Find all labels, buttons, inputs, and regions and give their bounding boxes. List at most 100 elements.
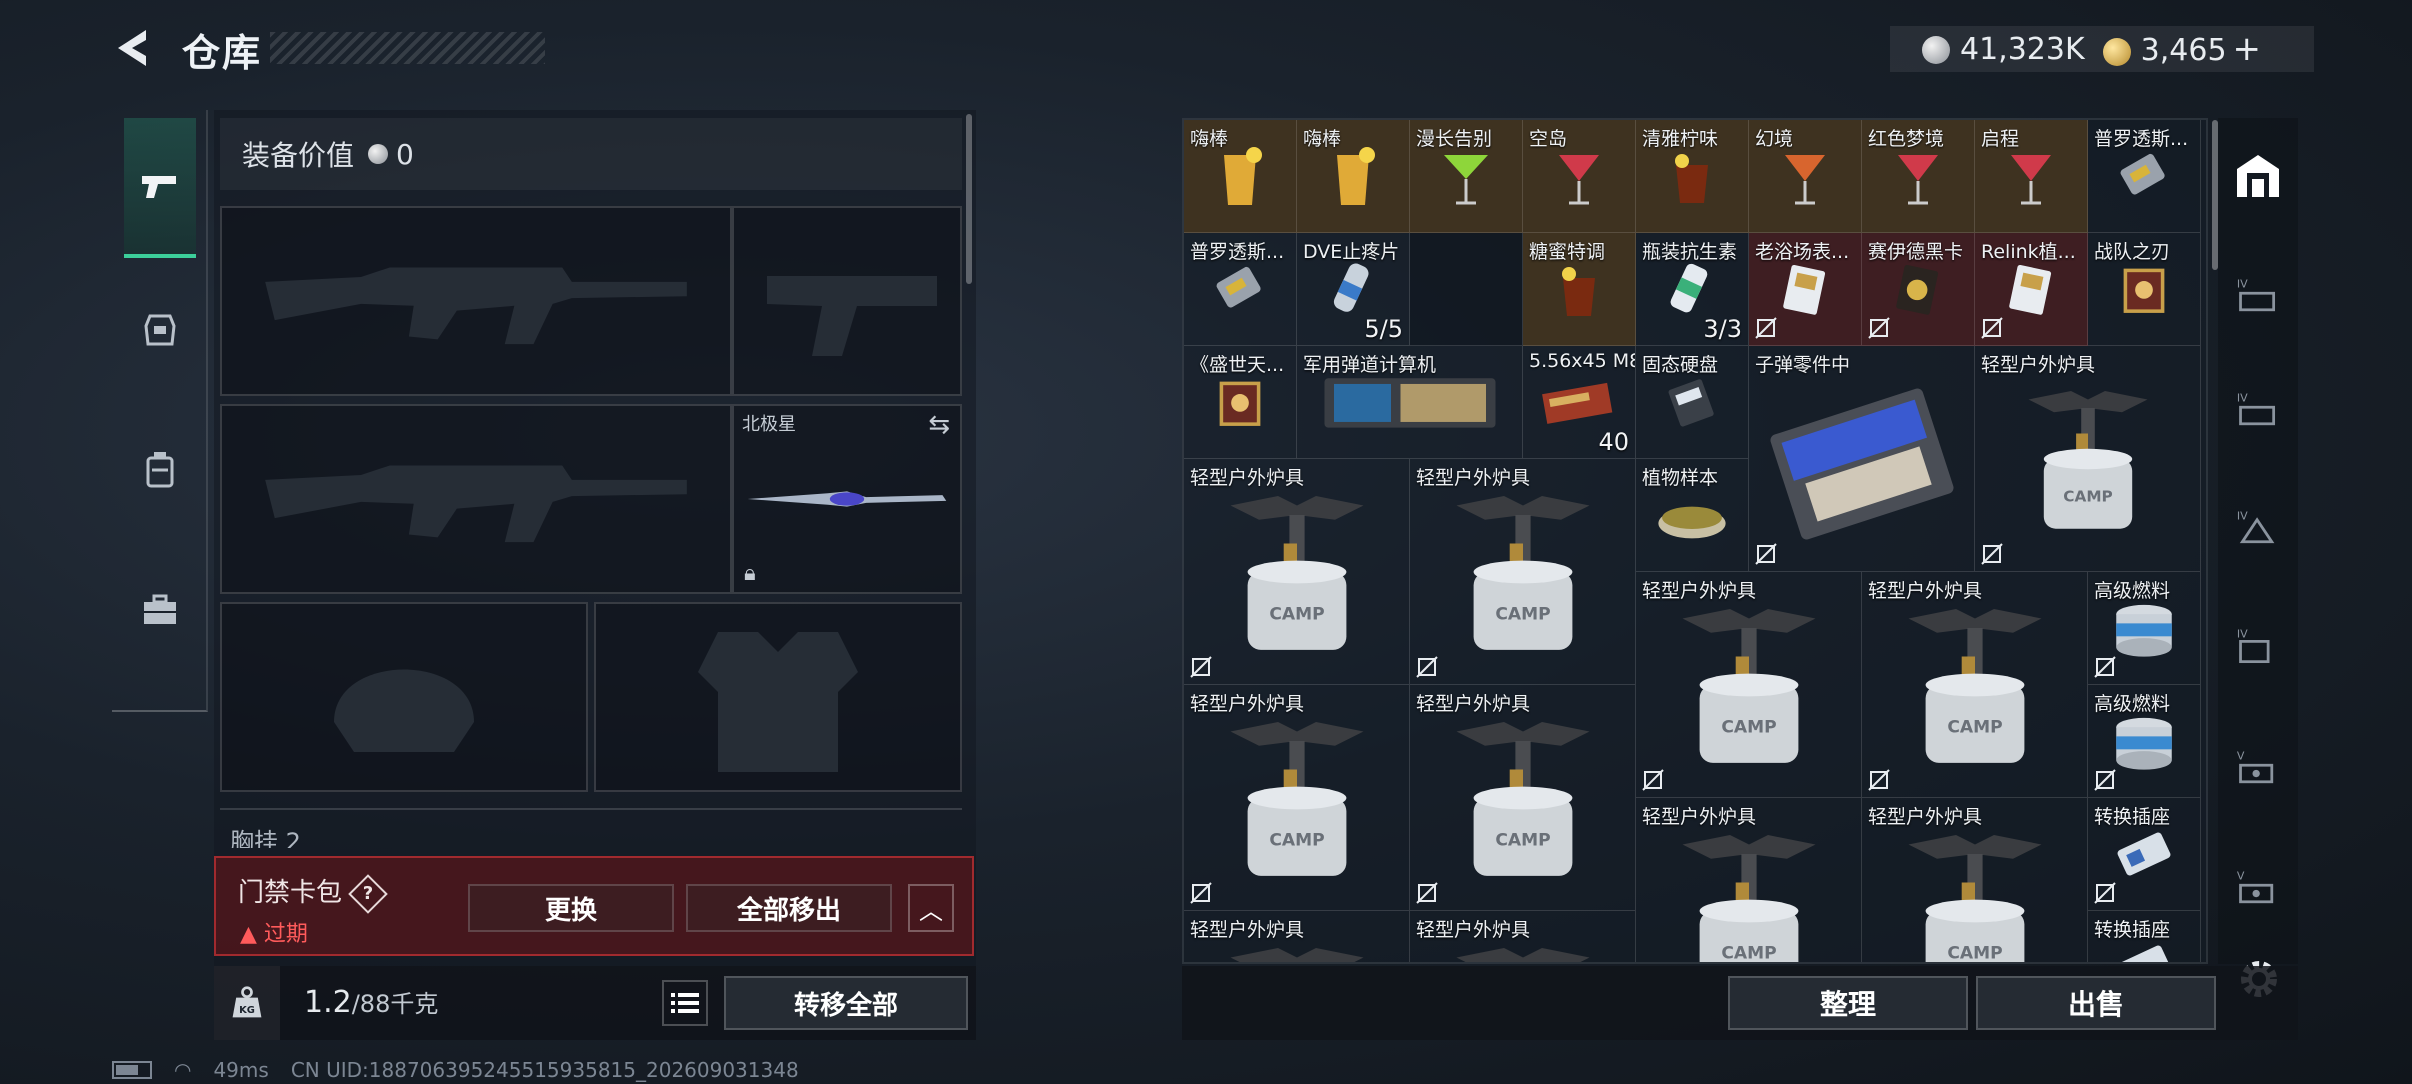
- untradable-icon: [2094, 769, 2116, 791]
- transfer-all-button[interactable]: 转移全部: [724, 976, 968, 1030]
- stash-item[interactable]: 赛伊德黑卡: [1862, 233, 1975, 346]
- replace-button[interactable]: 更换: [468, 884, 674, 932]
- stash-item[interactable]: 嗨棒: [1297, 120, 1410, 233]
- stash-item[interactable]: 转换插座: [2088, 911, 2201, 962]
- stash-item[interactable]: 军用弹道计算机: [1297, 346, 1523, 459]
- stash-item[interactable]: 普罗透斯...: [2088, 120, 2201, 233]
- tab-case[interactable]: [124, 540, 196, 680]
- vest-silhouette: [698, 632, 858, 772]
- stash-item[interactable]: 高级燃料: [2088, 685, 2201, 798]
- item-name: 启程: [1981, 128, 2020, 150]
- secondary-weapon-slot[interactable]: [220, 404, 732, 594]
- stash-item[interactable]: DVE止疼片 5/5: [1297, 233, 1410, 346]
- stash-item[interactable]: 高级燃料: [2088, 572, 2201, 685]
- untradable-icon: [1868, 317, 1890, 339]
- stash-item[interactable]: CAMP轻型户外炉具: [1184, 459, 1410, 685]
- weight-readout: 1.2/88千克: [304, 985, 439, 1020]
- collapse-button[interactable]: ︿: [908, 884, 954, 932]
- svg-text:IV: IV: [2237, 510, 2248, 523]
- stash-item[interactable]: CAMP轻型户外炉具: [1410, 685, 1636, 911]
- pistol-slot[interactable]: [732, 206, 962, 396]
- stash-page-5[interactable]: IV: [2228, 616, 2288, 676]
- item-name: 转换插座: [2094, 806, 2171, 828]
- stash-page-main[interactable]: [2228, 146, 2288, 206]
- item-name: 普罗透斯...: [2094, 128, 2189, 150]
- stash-item[interactable]: 红色梦境: [1862, 120, 1975, 233]
- stash-item[interactable]: 启程: [1975, 120, 2088, 233]
- item-count: 5/5: [1364, 315, 1403, 343]
- kettlebell-icon: KG: [232, 986, 262, 1018]
- tab-weapons[interactable]: [124, 118, 196, 258]
- stash-item[interactable]: CAMP轻型户外炉具: [1184, 685, 1410, 911]
- stash-item[interactable]: 固态硬盘: [1636, 346, 1749, 459]
- scrollbar[interactable]: [966, 114, 972, 284]
- stash-item[interactable]: CAMP轻型户外炉具: [1862, 798, 2088, 962]
- lock-icon: 🔒︎: [744, 561, 756, 586]
- tab-armor[interactable]: [124, 260, 196, 400]
- stash-item[interactable]: 子弹零件中: [1749, 346, 1975, 572]
- svg-text:IV: IV: [2237, 278, 2248, 291]
- help-icon[interactable]: ?: [348, 873, 388, 914]
- silver-currency: 41,323K: [1922, 32, 2085, 67]
- item-name: 轻型户外炉具: [1190, 919, 1305, 941]
- currency-bar: 41,323K 3,465 +: [1890, 26, 2314, 72]
- stash-item[interactable]: CAMP轻型户外炉具: [1636, 798, 1862, 962]
- melee-slot[interactable]: 北极星 ⇆ 🔒︎: [732, 404, 962, 594]
- stash-item[interactable]: CAMP轻型户外炉具: [1410, 459, 1636, 685]
- stash-page-2[interactable]: IV: [2228, 266, 2288, 326]
- add-gold-button[interactable]: +: [2233, 29, 2262, 69]
- stash-item[interactable]: CAMP轻型户外炉具: [1184, 911, 1410, 962]
- empty-stash-cell[interactable]: [1410, 233, 1523, 346]
- knife-image: [747, 491, 947, 507]
- item-name: 转换插座: [2094, 919, 2171, 941]
- untradable-icon: [2094, 656, 2116, 678]
- stash-page-3[interactable]: IV: [2228, 380, 2288, 440]
- sort-button[interactable]: 整理: [1728, 976, 1968, 1030]
- armor-slot[interactable]: [594, 602, 962, 792]
- stash-item[interactable]: 清雅柠味: [1636, 120, 1749, 233]
- sell-button[interactable]: 出售: [1976, 976, 2216, 1030]
- primary-weapon-slot[interactable]: [220, 206, 732, 396]
- stash-item[interactable]: 5.56x45 M855 40: [1523, 346, 1636, 459]
- stash-item[interactable]: 战队之刃: [2088, 233, 2201, 346]
- stash-item[interactable]: CAMP轻型户外炉具: [1636, 572, 1862, 798]
- stash-item[interactable]: 幻境: [1749, 120, 1862, 233]
- stash-item[interactable]: 瓶装抗生素 3/3: [1636, 233, 1749, 346]
- svg-text:V: V: [2237, 750, 2245, 763]
- stash-item[interactable]: 空岛: [1523, 120, 1636, 233]
- stash-item[interactable]: 普罗透斯...: [1184, 233, 1297, 346]
- stash-item[interactable]: CAMP轻型户外炉具: [1410, 911, 1636, 962]
- title-decoration: [270, 32, 545, 64]
- list-view-button[interactable]: [662, 980, 708, 1026]
- helmet-vest-icon: [144, 314, 176, 346]
- pistol-silhouette: [767, 276, 937, 356]
- stash-item[interactable]: 植物样本: [1636, 459, 1749, 572]
- stash-page-6[interactable]: V: [2228, 738, 2288, 798]
- stash-item[interactable]: CAMP轻型户外炉具: [1975, 346, 2201, 572]
- tab-backpack[interactable]: [124, 400, 196, 540]
- stash-item[interactable]: Relink植...: [1975, 233, 2088, 346]
- warning-icon: ▲: [240, 922, 257, 947]
- remove-all-button[interactable]: 全部移出: [686, 884, 892, 932]
- stash-item[interactable]: 糖蜜特调: [1523, 233, 1636, 346]
- item-name: 轻型户外炉具: [1981, 354, 2096, 376]
- stash-item[interactable]: 老浴场表...: [1749, 233, 1862, 346]
- item-name: Relink植...: [1981, 241, 2076, 263]
- helmet-slot[interactable]: [220, 602, 588, 792]
- item-count: 40: [1598, 428, 1629, 456]
- item-name: 清雅柠味: [1642, 128, 1719, 150]
- stash-item[interactable]: 漫长告别: [1410, 120, 1523, 233]
- stash-item[interactable]: 《盛世天...: [1184, 346, 1297, 459]
- svg-text:CAMP: CAMP: [1269, 604, 1324, 624]
- stash-item[interactable]: 嗨棒: [1184, 120, 1297, 233]
- gold-coin-icon: [2102, 37, 2131, 66]
- back-button[interactable]: [112, 26, 154, 70]
- stash-box-icon: IV: [2237, 392, 2276, 426]
- stash-item[interactable]: 转换插座: [2088, 798, 2201, 911]
- item-name: 漫长告别: [1416, 128, 1493, 150]
- stash-page-7[interactable]: V: [2228, 858, 2288, 918]
- stash-page-4[interactable]: IV: [2228, 498, 2288, 558]
- stash-item[interactable]: CAMP轻型户外炉具: [1862, 572, 2088, 798]
- stove-image: CAMP: [1184, 459, 1409, 684]
- item-name: 子弹零件中: [1755, 354, 1851, 376]
